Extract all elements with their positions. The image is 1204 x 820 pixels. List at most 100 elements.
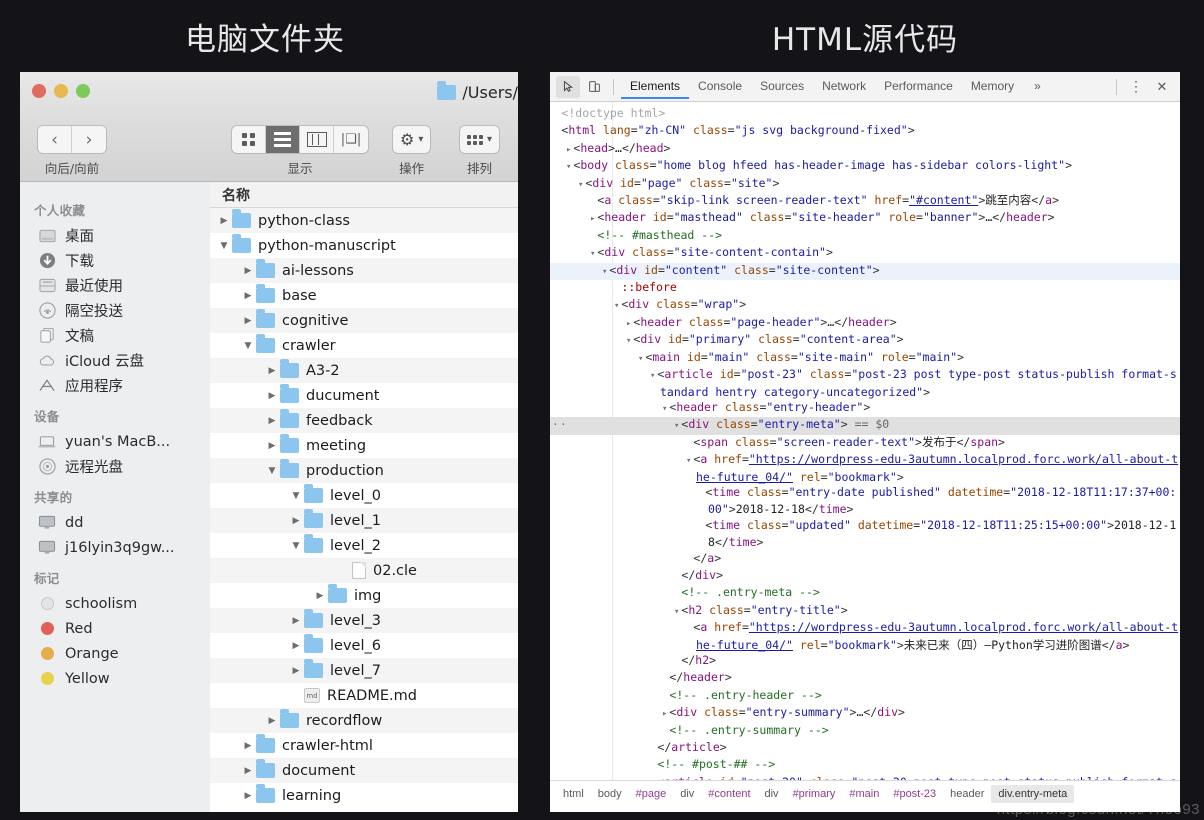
table-row[interactable]: ▶ level_6 [210,633,518,658]
disclosure-triangle[interactable]: ▸ [650,779,655,780]
dom-node-line[interactable]: ▸<!-- .entry-header --> [550,688,1180,705]
sidebar-item[interactable]: 桌面 [20,223,210,248]
view-segment[interactable]: |❑| [232,126,368,153]
disclosure-triangle[interactable]: ▾ [626,336,631,346]
dom-node-line[interactable]: ▸<!-- .entry-meta --> [550,585,1180,602]
disclosure-triangle[interactable]: ▾ [638,354,643,364]
tab-console[interactable]: Console [689,74,751,99]
table-row[interactable]: ▼ level_2 [210,533,518,558]
breadcrumb-item[interactable]: body [591,785,629,803]
disclosure-triangle-closed[interactable]: ▶ [264,441,280,451]
disclosure-triangle-closed[interactable]: ▶ [240,266,256,276]
table-row[interactable]: · 02.cle [210,558,518,583]
dom-node-line[interactable]: ▾ <article id="post-23" class="post-23 po… [550,367,1180,400]
disclosure-triangle-closed[interactable]: ▶ [240,316,256,326]
tab-network[interactable]: Network [813,74,875,99]
breadcrumb-item[interactable]: #content [701,785,757,803]
breadcrumb-item[interactable]: div [758,785,786,803]
close-button[interactable] [32,84,46,98]
disclosure-triangle[interactable]: ▸ [662,709,667,719]
dom-node-line[interactable]: ▸</h2> [550,653,1180,670]
sidebar-item[interactable]: 最近使用 [20,273,210,298]
file-rows[interactable]: ▶ python-class ▼ python-manuscript ▶ ai-lesso… [210,208,518,808]
dom-node-line[interactable]: ▾ <div class="wrap"> [550,297,1180,314]
table-row[interactable]: ▼ python-manuscript [210,233,518,258]
sidebar-item[interactable]: 文稿 [20,323,210,348]
tab-overflow[interactable]: » [1025,74,1050,99]
inspect-cursor-icon[interactable] [556,75,580,98]
disclosure-triangle[interactable]: ▾ [650,371,655,381]
table-row[interactable]: ▶ feedback [210,408,518,433]
disclosure-triangle-closed[interactable]: ▶ [240,291,256,301]
table-row[interactable]: ▶ python-class [210,208,518,233]
nav-segment[interactable]: ‹ › [38,126,106,153]
disclosure-triangle[interactable]: ▸ [626,319,631,329]
table-row[interactable]: ▶ level_1 [210,508,518,533]
back-button[interactable]: ‹ [38,126,72,153]
dom-node-line[interactable]: ▸</header> [550,670,1180,687]
disclosure-triangle[interactable]: ▾ [602,267,607,277]
breadcrumb-item[interactable]: div.entry-meta [991,784,1075,803]
dom-node-line[interactable]: ▾ <div id="primary" class="content-area"> [550,332,1180,349]
dom-node-line[interactable]: ▾ <a href="https://wordpress-edu-3autumn.… [550,452,1180,485]
gallery-view-button[interactable]: |❑| [334,126,368,153]
dom-node-line[interactable]: ▾ <div id="content" class="site-content"> [550,262,1180,281]
dom-node-line[interactable]: ▸<time class="updated" datetime="2018-12… [550,518,1180,551]
finder-file-list[interactable]: 名称 ▶ python-class ▼ python-manuscript ▶ ai-le… [210,182,518,812]
dom-node-line[interactable]: ▸::before [550,280,1180,297]
table-row[interactable]: ▶ img [210,583,518,608]
table-row[interactable]: ▼ crawler [210,333,518,358]
disclosure-triangle[interactable]: ▾ [674,421,679,431]
close-icon[interactable]: ✕ [1150,76,1174,98]
maximize-button[interactable] [76,84,90,98]
dom-node-line[interactable]: ▸</article> [550,740,1180,757]
disclosure-triangle-open[interactable]: ▼ [216,241,232,251]
table-row[interactable]: ▶ learning [210,783,518,808]
table-row[interactable]: ▶ crawler-html [210,733,518,758]
disclosure-triangle-closed[interactable]: ▶ [288,666,304,676]
breadcrumb-item[interactable]: header [943,785,991,803]
dom-node-line[interactable]: ▸<span class="screen-reader-text">发布于</s… [550,435,1180,452]
finder-sidebar[interactable]: 个人收藏 桌面 下载 最近使用 隔空投送 文稿 iCloud 云盘 应用程序 设备 yuan's … [20,182,210,812]
breadcrumb-item[interactable]: #post-23 [886,785,943,803]
sidebar-item[interactable]: Red [20,616,210,641]
disclosure-triangle-closed[interactable]: ▶ [288,616,304,626]
more-options-icon[interactable]: ⋮ [1124,76,1148,98]
disclosure-triangle[interactable]: ▾ [566,162,571,172]
disclosure-triangle-open[interactable]: ▼ [240,341,256,351]
sidebar-item[interactable]: 隔空投送 [20,298,210,323]
disclosure-triangle-closed[interactable]: ▶ [312,591,328,601]
table-row[interactable]: ▼ level_0 [210,483,518,508]
disclosure-triangle-closed[interactable]: ▶ [240,766,256,776]
tab-elements[interactable]: Elements [621,74,689,99]
window-controls[interactable] [32,84,90,98]
dom-node-line[interactable]: ▸<time class="entry-date published" date… [550,485,1180,518]
sidebar-item[interactable]: j16lyin3q9gw... [20,535,210,560]
dom-node-line[interactable]: ▸ <header id="masthead" class="site-heade… [550,210,1180,227]
disclosure-triangle-closed[interactable]: ▶ [264,391,280,401]
minimize-button[interactable] [54,84,68,98]
dom-node-line[interactable]: ▸<html lang="zh-CN" class="js svg backgr… [550,123,1180,140]
dom-node-line[interactable]: ▾ <div class="site-content-contain"> [550,245,1180,262]
sidebar-item[interactable]: Orange [20,641,210,666]
table-row[interactable]: ▶ ai-lessons [210,258,518,283]
device-toolbar-icon[interactable] [582,76,606,98]
tab-memory[interactable]: Memory [962,74,1023,99]
dom-node-line[interactable]: ▾<div class="entry-meta"> == $0 [550,417,1180,435]
devtools-tabs[interactable]: Elements Console Sources Network Performance… [621,74,1023,99]
disclosure-triangle[interactable]: ▾ [662,404,667,414]
disclosure-triangle-closed[interactable]: ▶ [240,741,256,751]
breadcrumb-item[interactable]: #main [842,785,886,803]
table-row[interactable]: ▶ level_7 [210,658,518,683]
disclosure-triangle-closed[interactable]: ▶ [264,366,280,376]
table-row[interactable]: ▼ production [210,458,518,483]
breadcrumb-item[interactable]: #primary [786,785,843,803]
dom-node-line[interactable]: ▾ <h2 class="entry-title"> [550,603,1180,620]
table-row[interactable]: ▶ meeting [210,433,518,458]
sidebar-item[interactable]: dd [20,510,210,535]
disclosure-triangle-closed[interactable]: ▶ [216,216,232,226]
disclosure-triangle-open[interactable]: ▼ [288,491,304,501]
icon-view-button[interactable] [232,126,266,153]
table-row[interactable]: ▶ A3-2 [210,358,518,383]
dom-node-line[interactable]: ▸</a> [550,551,1180,568]
